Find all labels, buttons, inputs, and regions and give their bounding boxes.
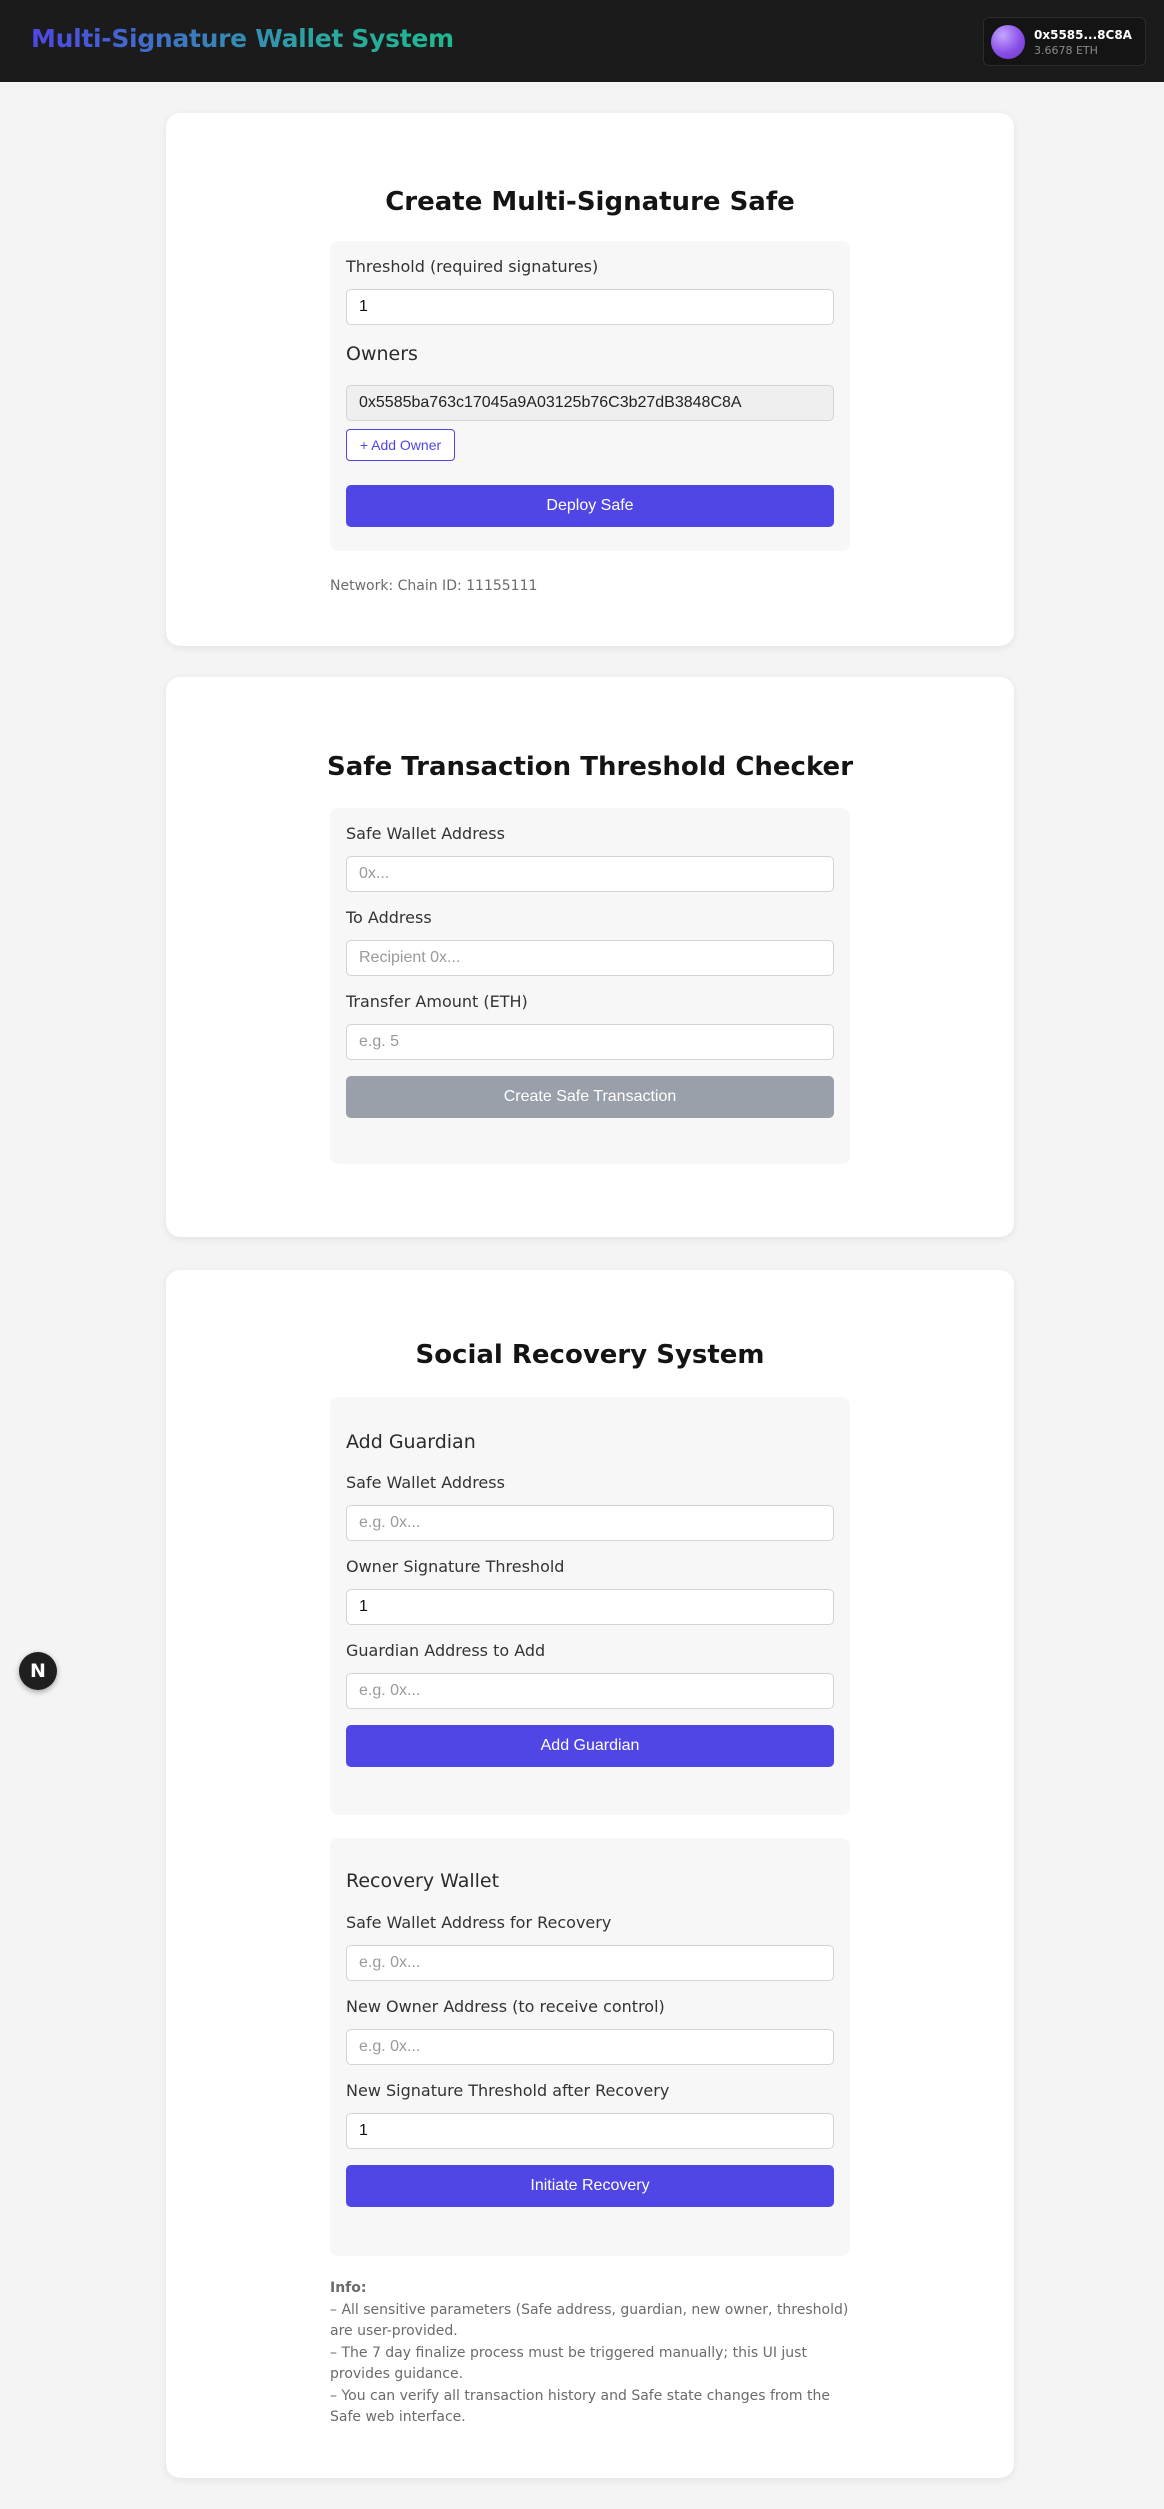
initiate-recovery-button[interactable]: Initiate Recovery bbox=[346, 2165, 834, 2207]
recovery-wallet-heading: Recovery Wallet bbox=[346, 1870, 500, 1892]
safe-address-input[interactable] bbox=[346, 856, 834, 892]
info-line: – You can verify all transaction history… bbox=[330, 2387, 830, 2426]
top-bar: Multi-Signature Wallet System 0x5585...8… bbox=[0, 0, 1164, 82]
safe-address-label: Safe Wallet Address bbox=[346, 824, 505, 843]
add-guardian-heading: Add Guardian bbox=[346, 1431, 476, 1453]
wallet-account-button[interactable]: 0x5585...8C8A 3.6678 ETH bbox=[983, 17, 1146, 66]
create-safe-transaction-button[interactable]: Create Safe Transaction bbox=[346, 1076, 834, 1118]
wallet-address: 0x5585...8C8A bbox=[1034, 28, 1132, 42]
owner-threshold-input[interactable] bbox=[346, 1589, 834, 1625]
transfer-amount-input[interactable] bbox=[346, 1024, 834, 1060]
recovery-safe-address-input[interactable] bbox=[346, 1945, 834, 1981]
add-owner-button[interactable]: + Add Owner bbox=[346, 429, 455, 461]
info-notes: Info: – All sensitive parameters (Safe a… bbox=[330, 2278, 850, 2429]
threshold-checker-card: Safe Transaction Threshold Checker Safe … bbox=[166, 677, 1014, 1237]
info-line: – All sensitive parameters (Safe address… bbox=[330, 2301, 849, 2340]
to-address-input[interactable] bbox=[346, 940, 834, 976]
threshold-label: Threshold (required signatures) bbox=[346, 257, 599, 276]
social-recovery-title: Social Recovery System bbox=[415, 1340, 765, 1370]
threshold-input[interactable] bbox=[346, 289, 834, 325]
wallet-balance: 3.6678 ETH bbox=[1034, 44, 1098, 57]
owner-threshold-label: Owner Signature Threshold bbox=[346, 1557, 565, 1576]
guardian-address-input[interactable] bbox=[346, 1673, 834, 1709]
recovery-wallet-form: Recovery Wallet Safe Wallet Address for … bbox=[330, 1838, 850, 2256]
threshold-checker-title: Safe Transaction Threshold Checker bbox=[326, 752, 854, 782]
owners-heading: Owners bbox=[346, 343, 418, 365]
create-safe-title: Create Multi-Signature Safe bbox=[385, 187, 795, 217]
threshold-checker-form: Safe Wallet Address To Address Transfer … bbox=[330, 808, 850, 1164]
nextjs-dev-indicator-button[interactable]: N bbox=[19, 1652, 57, 1690]
create-safe-card: Create Multi-Signature Safe Threshold (r… bbox=[166, 113, 1014, 646]
network-info: Network: Chain ID: 11155111 bbox=[330, 578, 538, 594]
guardian-safe-address-label: Safe Wallet Address bbox=[346, 1473, 505, 1492]
info-line: – The 7 day finalize process must be tri… bbox=[330, 2344, 807, 2383]
recovery-safe-address-label: Safe Wallet Address for Recovery bbox=[346, 1913, 612, 1932]
wallet-avatar bbox=[991, 25, 1025, 59]
info-heading: Info: bbox=[330, 2280, 367, 2296]
new-threshold-input[interactable] bbox=[346, 2113, 834, 2149]
new-owner-input[interactable] bbox=[346, 2029, 834, 2065]
add-guardian-button[interactable]: Add Guardian bbox=[346, 1725, 834, 1767]
social-recovery-card: Social Recovery System Add Guardian Safe… bbox=[166, 1270, 1014, 2478]
new-threshold-label: New Signature Threshold after Recovery bbox=[346, 2081, 670, 2100]
transfer-amount-label: Transfer Amount (ETH) bbox=[346, 992, 528, 1011]
guardian-safe-address-input[interactable] bbox=[346, 1505, 834, 1541]
to-address-label: To Address bbox=[346, 908, 432, 927]
owner-address-field[interactable] bbox=[346, 385, 834, 421]
create-safe-form: Threshold (required signatures) Owners +… bbox=[330, 241, 850, 551]
guardian-address-label: Guardian Address to Add bbox=[346, 1641, 546, 1660]
app-title: Multi-Signature Wallet System bbox=[31, 24, 454, 53]
new-owner-label: New Owner Address (to receive control) bbox=[346, 1997, 665, 2016]
add-guardian-form: Add Guardian Safe Wallet Address Owner S… bbox=[330, 1397, 850, 1815]
deploy-safe-button[interactable]: Deploy Safe bbox=[346, 485, 834, 527]
